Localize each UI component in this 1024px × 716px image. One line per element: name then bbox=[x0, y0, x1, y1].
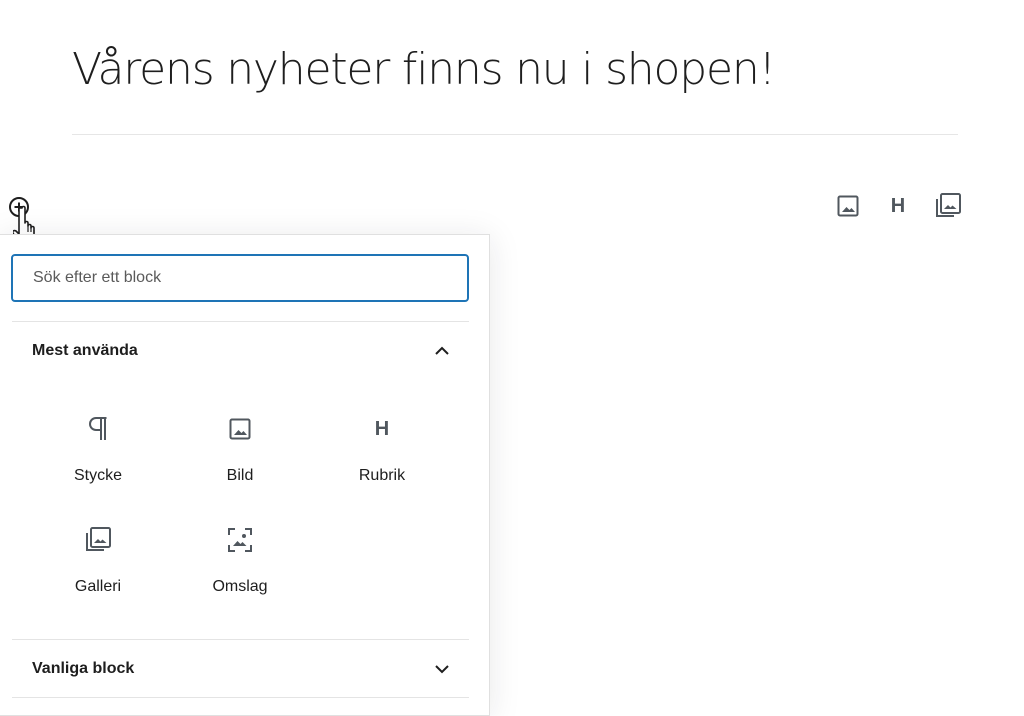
block-label: Omslag bbox=[212, 578, 268, 595]
quick-image-button[interactable] bbox=[830, 192, 866, 220]
block-search-input[interactable] bbox=[11, 254, 469, 302]
block-gallery[interactable]: Galleri bbox=[33, 514, 163, 604]
quick-gallery-button[interactable] bbox=[930, 192, 966, 220]
block-label: Stycke bbox=[73, 467, 122, 484]
image-icon bbox=[228, 411, 252, 447]
paragraph-icon bbox=[87, 411, 109, 447]
post-title[interactable]: Vårens nyheter finns nu i shopen! bbox=[72, 44, 776, 95]
block-label: Bild bbox=[226, 467, 254, 484]
block-inserter-toggle[interactable] bbox=[6, 194, 32, 220]
section-title: Vanliga block bbox=[32, 660, 135, 677]
section-most-used-toggle[interactable]: Mest använda bbox=[12, 322, 469, 380]
section-title: Mest använda bbox=[32, 342, 138, 359]
block-inserter-panel: Mest använda Stycke Bild H Rubrik bbox=[0, 234, 490, 716]
block-image[interactable]: Bild bbox=[175, 403, 305, 493]
quick-insert-toolbar: H bbox=[830, 192, 966, 220]
chevron-down-icon bbox=[435, 665, 449, 674]
block-cover[interactable]: Omslag bbox=[175, 514, 305, 604]
panel-divider bbox=[12, 697, 469, 698]
block-heading[interactable]: H Rubrik bbox=[317, 403, 447, 493]
gallery-icon bbox=[936, 193, 961, 217]
block-label: Rubrik bbox=[358, 467, 406, 484]
heading-icon: H bbox=[374, 417, 390, 440]
gallery-icon bbox=[84, 522, 112, 558]
title-divider bbox=[72, 134, 958, 135]
plus-circle-icon bbox=[9, 197, 29, 217]
cover-icon bbox=[227, 522, 253, 558]
block-paragraph[interactable]: Stycke bbox=[33, 403, 163, 493]
quick-heading-button[interactable]: H bbox=[880, 192, 916, 220]
chevron-up-icon bbox=[435, 346, 449, 355]
heading-icon: H bbox=[890, 194, 906, 217]
section-common-blocks-toggle[interactable]: Vanliga block bbox=[12, 640, 469, 698]
block-label: Galleri bbox=[74, 578, 122, 595]
image-icon bbox=[837, 195, 859, 217]
